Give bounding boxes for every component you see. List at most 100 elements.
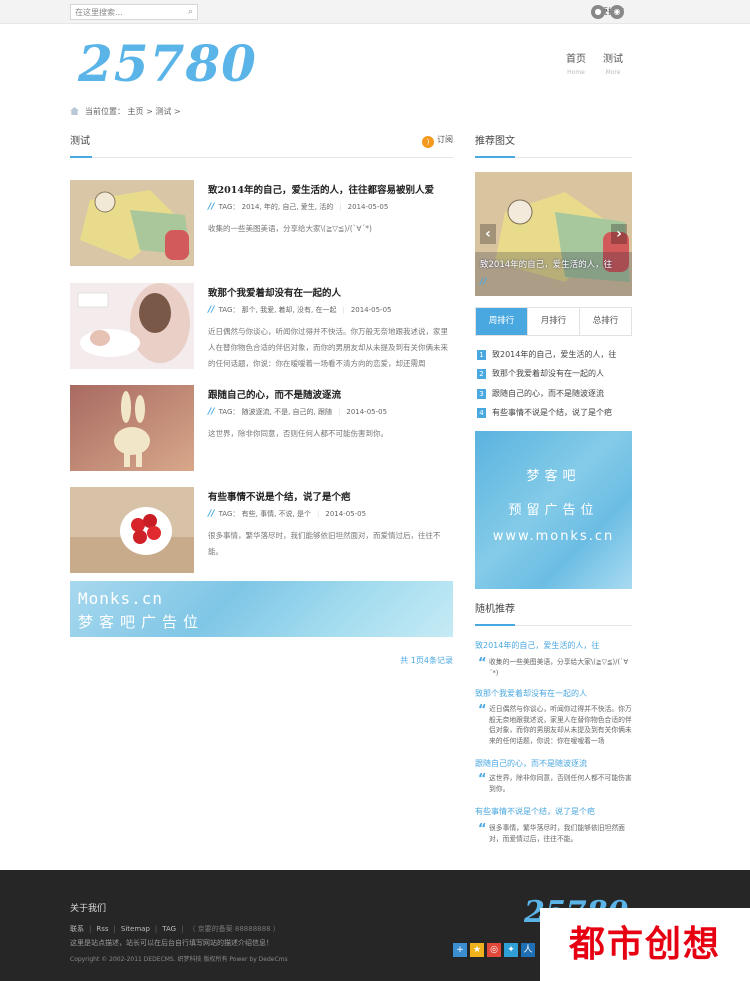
article-item: 致2014年的自己，爱生活的人，往往都容易被别人爱 //TAG： 2014, 年… — [70, 180, 453, 266]
breadcrumb-prefix: 当前位置： — [85, 107, 125, 116]
rank-list-item[interactable]: 2 致那个我爱着却没有在一起的人 — [477, 368, 604, 379]
article-thumbnail[interactable] — [70, 180, 194, 266]
nav-test[interactable]: 测试 More — [603, 50, 623, 76]
rank-number: 1 — [477, 350, 486, 360]
meta-divider: | — [338, 408, 341, 416]
home-icon — [70, 107, 79, 115]
nav-home-sublabel: Home — [567, 69, 585, 76]
article-title[interactable]: 有些事情不说是个结，说了是个疤 — [208, 489, 351, 503]
random-item-desc: 收集的一些美图美语，分享给大家\(≧▽≦)/(`∀´*) — [489, 658, 629, 677]
sidebar-ad-line1: 梦客吧 — [526, 469, 581, 484]
slide-next-button[interactable]: › — [611, 224, 627, 244]
rank-list-item[interactable]: 1 致2014年的自己，爱生活的人，往 — [477, 349, 616, 360]
rank-list-item[interactable]: 4 有些事情不说是个结，说了是个疤 — [477, 407, 612, 418]
footer-link-rss[interactable]: Rss — [96, 925, 108, 933]
random-item-title[interactable]: 有些事情不说是个结，说了是个疤 — [475, 806, 595, 817]
article-tags[interactable]: 有些, 事情, 不说, 是个 — [242, 510, 311, 518]
meta-divider: | — [339, 203, 342, 211]
breadcrumb-item-home[interactable]: 主页 — [128, 107, 144, 116]
footer-copyright: Copyright © 2002-2011 DEDECMS. 织梦科技 版权所有… — [70, 956, 288, 963]
footer-note: 这里是站点描述，站长可以在后台自行填写网站的描述介绍信息！ — [70, 939, 273, 947]
nav-home[interactable]: 首页 Home — [566, 50, 586, 76]
article-meta: //TAG： 2014, 年的, 自己, 爱生, 活的 | 2014-05-05 — [208, 202, 388, 212]
ad-banner[interactable]: Monks.cn 梦客吧广告位 — [70, 581, 453, 637]
article-item: 有些事情不说是个结，说了是个疤 //TAG： 有些, 事情, 不说, 是个 | 20… — [70, 487, 453, 573]
tab-all-time[interactable]: 总排行 — [579, 308, 631, 335]
weibo-icon[interactable]: ◉ — [610, 5, 624, 19]
qzone-share-icon[interactable]: ✦ — [504, 943, 518, 957]
section-title: 测试 — [70, 136, 90, 147]
featured-slideshow[interactable]: ‹ › 致2014年的自己，爱生活的人，往 // — [475, 172, 632, 296]
search-placeholder: 在这里搜索... — [75, 8, 123, 17]
breadcrumb-item-test[interactable]: 测试 — [155, 107, 171, 116]
footer-about-title: 关于我们 — [70, 904, 107, 914]
article-tags[interactable]: 那个, 我爱, 着却, 没有, 在一起 — [242, 306, 337, 314]
tag-icon: // — [208, 202, 215, 212]
random-item-title[interactable]: 跟随自己的心，而不是随波逐流 — [475, 758, 587, 769]
ad-banner-line2: 梦客吧广告位 — [78, 613, 205, 631]
renren-share-icon[interactable]: 人 — [521, 943, 535, 957]
random-title: 随机推荐 — [475, 604, 515, 615]
random-item-title[interactable]: 致那个我爱着却没有在一起的人 — [475, 688, 587, 699]
tag-icon: // — [208, 509, 215, 519]
article-date: 2014-05-05 — [347, 203, 389, 211]
pagination-info: 共 1页4条记录 — [400, 656, 453, 665]
section-underline — [70, 156, 92, 158]
article-tags[interactable]: 2014, 年的, 自己, 爱生, 活的 — [242, 203, 334, 211]
search-icon[interactable]: ⌕ — [188, 7, 193, 17]
footer-icp: （ 京要的备案 88888888 ） — [188, 925, 280, 933]
article-date: 2014-05-05 — [346, 408, 388, 416]
tag-label: TAG： — [218, 306, 240, 314]
random-header: 随机推荐 — [475, 600, 632, 626]
site-logo[interactable]: 25780 — [78, 34, 257, 93]
article-description: 近日偶然与你谈心，听闻你过得并不快活。你万般无奈地跟我述说，家里人在替你物色合适… — [208, 327, 448, 368]
rank-number: 3 — [477, 389, 486, 399]
top-bar: 在这里搜索... ⌕ 我要投稿 ● ◉ — [0, 0, 750, 24]
article-title[interactable]: 跟随自己的心，而不是随波逐流 — [208, 387, 341, 401]
footer-divider: | — [154, 925, 158, 933]
footer-divider: | — [181, 925, 184, 933]
nav-home-label: 首页 — [566, 54, 586, 65]
slide-prev-button[interactable]: ‹ — [480, 224, 496, 244]
weibo-share-icon[interactable]: ◎ — [487, 943, 501, 957]
article-title[interactable]: 致2014年的自己，爱生活的人，往往都容易被别人爱 — [208, 182, 434, 196]
article-thumbnail[interactable] — [70, 385, 194, 471]
slide-indicator-icon: // — [480, 277, 487, 287]
tag-label: TAG： — [218, 510, 240, 518]
rank-item-title: 跟随自己的心，而不是随波逐流 — [492, 389, 604, 398]
quote-icon: “ — [478, 703, 487, 718]
sidebar-ad-line3: www.monks.cn — [492, 529, 615, 544]
footer-link-sitemap[interactable]: Sitemap — [121, 925, 150, 933]
article-date: 2014-05-05 — [350, 306, 392, 314]
article-item: 致那个我爱着却没有在一起的人 //TAG： 那个, 我爱, 着却, 没有, 在一… — [70, 283, 453, 369]
random-item-desc: 这世界，除非你同意，否则任何人都不可能伤害到你。 — [489, 774, 632, 793]
rank-tabs: 周排行 月排行 总排行 — [475, 307, 632, 336]
search-input[interactable]: 在这里搜索... ⌕ — [70, 4, 198, 20]
article-thumbnail[interactable] — [70, 283, 194, 369]
article-description: 这世界，除非你同意，否则任何人都不可能伤害到你。 — [208, 429, 388, 438]
tab-weekly[interactable]: 周排行 — [476, 308, 527, 335]
rss-link[interactable]: ) 订阅 — [422, 134, 453, 148]
star-share-icon[interactable]: ★ — [470, 943, 484, 957]
featured-title: 推荐图文 — [475, 136, 515, 147]
footer-divider: | — [89, 925, 92, 933]
user-icon[interactable]: ● — [591, 5, 605, 19]
article-tags[interactable]: 随波逐流, 不是, 自己的, 跟随 — [242, 408, 332, 416]
article-title[interactable]: 致那个我爱着却没有在一起的人 — [208, 285, 341, 299]
breadcrumb-separator: > — [173, 107, 181, 116]
rank-list-item[interactable]: 3 跟随自己的心，而不是随波逐流 — [477, 388, 604, 399]
article-date: 2014-05-05 — [325, 510, 367, 518]
quote-icon: “ — [478, 656, 487, 671]
tab-monthly[interactable]: 月排行 — [527, 308, 579, 335]
ad-banner-line1: Monks.cn — [78, 589, 164, 608]
plus-share-icon[interactable]: + — [453, 943, 467, 957]
article-thumbnail[interactable] — [70, 487, 194, 573]
sidebar-ad-banner[interactable]: 梦客吧 预留广告位 www.monks.cn — [475, 431, 632, 589]
nav-test-sublabel: More — [605, 69, 621, 76]
footer-link-contact[interactable]: 联系 — [70, 925, 84, 933]
footer-link-tag[interactable]: TAG — [162, 925, 176, 933]
meta-divider: | — [342, 306, 345, 314]
nav-test-label: 测试 — [603, 54, 623, 65]
random-item-title[interactable]: 致2014年的自己，爱生活的人，往 — [475, 640, 599, 651]
slide-caption[interactable]: 致2014年的自己，爱生活的人，往 — [480, 258, 612, 270]
